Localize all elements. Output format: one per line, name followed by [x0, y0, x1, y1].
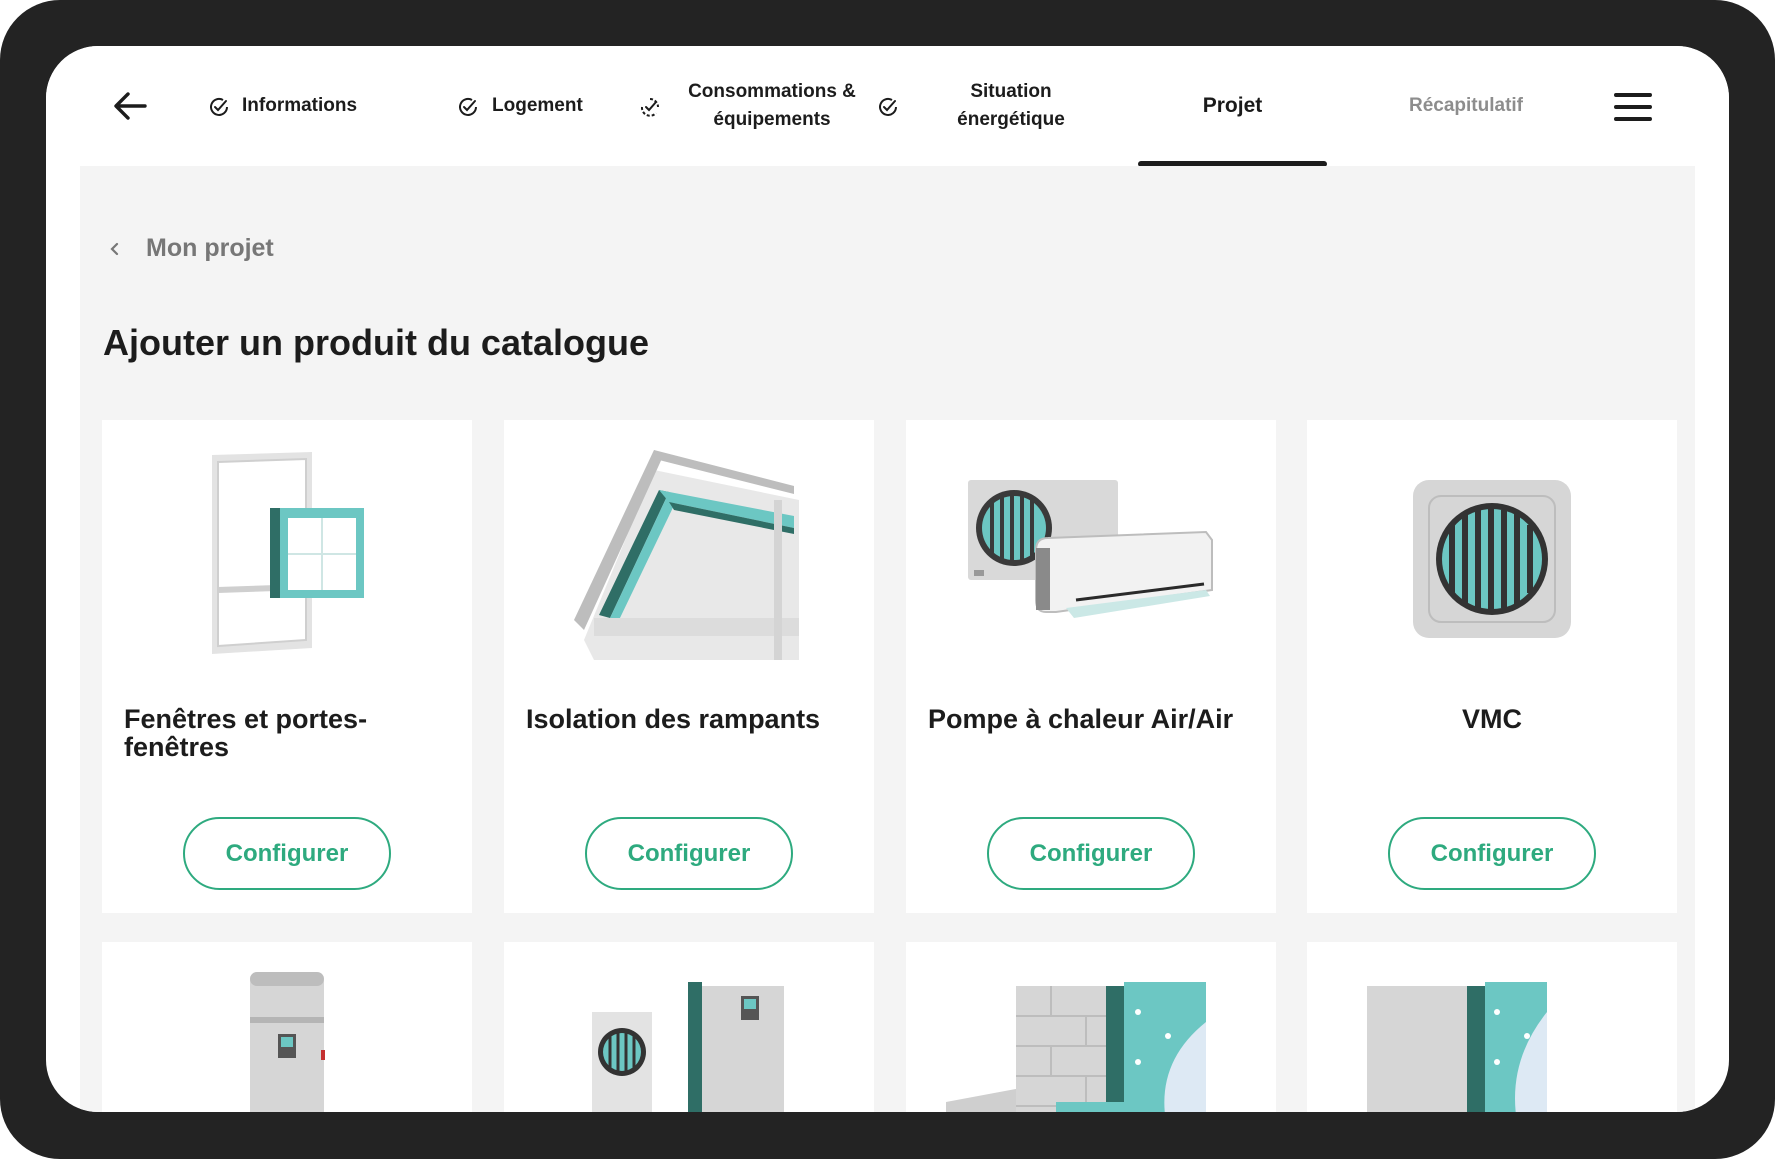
product-name: VMC — [1462, 704, 1522, 734]
product-card-isolation-exterieure — [906, 942, 1276, 1112]
product-card-isolation-interieure — [1307, 942, 1677, 1112]
step-situation-energetique[interactable]: Situation énergétique — [926, 46, 1096, 166]
step-label-line1: Consommations & — [688, 81, 856, 102]
product-name: Isolation des rampants — [526, 704, 821, 734]
roof-insulation-icon — [574, 450, 799, 660]
hamburger-menu-icon[interactable] — [1614, 93, 1652, 121]
device-frame: Informations Logement Consommations & éq… — [0, 0, 1775, 1159]
configure-button[interactable]: Configurer — [585, 817, 793, 890]
step-consommations[interactable]: Consommations & équipements — [682, 46, 862, 166]
step-label-line1: Situation — [970, 81, 1052, 102]
check-circle-icon — [459, 97, 477, 116]
page-title: Ajouter un produit du catalogue — [103, 322, 649, 363]
configure-button[interactable]: Configurer — [1388, 817, 1596, 890]
product-name: Pompe à chaleur Air/Air — [928, 704, 1234, 734]
product-card-pompe-air-eau — [504, 942, 874, 1112]
step-label: Récapitulatif — [1408, 95, 1524, 116]
step-informations[interactable]: Informations — [242, 46, 412, 166]
step-recapitulatif[interactable]: Récapitulatif — [1366, 46, 1566, 166]
check-circle-icon — [879, 97, 897, 116]
product-card-fenetres: Fenêtres et portes-fenêtres Configurer — [102, 420, 472, 913]
breadcrumb[interactable]: Mon projet — [108, 234, 274, 263]
main-content: Mon projet Ajouter un produit du catalog… — [80, 166, 1695, 1112]
product-card-chauffe-eau — [102, 942, 472, 1112]
step-label: Projet — [1202, 94, 1263, 117]
step-label-line2: équipements — [713, 109, 831, 130]
configure-button[interactable]: Configurer — [987, 817, 1195, 890]
product-card-isolation-rampants: Isolation des rampants Configurer — [504, 420, 874, 913]
product-card-vmc: VMC Configurer — [1307, 420, 1677, 913]
app-screen: Informations Logement Consommations & éq… — [46, 46, 1729, 1112]
breadcrumb-label: Mon projet — [146, 234, 274, 262]
step-label: Logement — [492, 95, 583, 116]
step-label: Informations — [242, 95, 358, 116]
configure-button[interactable]: Configurer — [183, 817, 391, 890]
water-heater-icon — [250, 972, 325, 1112]
interior-wall-insulation-icon — [1367, 982, 1547, 1112]
product-card-pompe-air-air: Pompe à chaleur Air/Air Configurer — [906, 420, 1276, 913]
step-logement[interactable]: Logement — [492, 46, 632, 166]
window-icon — [212, 452, 364, 654]
step-navigation: Informations Logement Consommations & éq… — [46, 46, 1729, 167]
exterior-wall-insulation-icon — [946, 982, 1206, 1112]
check-circle-icon — [210, 97, 228, 116]
step-label-line2: énergétique — [957, 109, 1065, 130]
product-name: Fenêtres et portes-fenêtres — [124, 704, 368, 762]
partial-check-icon — [640, 98, 659, 117]
ventilation-fan-icon — [1413, 480, 1571, 638]
arrow-left-icon[interactable] — [112, 88, 148, 124]
heat-pump-air-water-icon — [592, 982, 784, 1112]
step-projet[interactable]: Projet — [1138, 46, 1327, 166]
heat-pump-air-air-icon — [968, 480, 1213, 618]
chevron-left-icon — [110, 242, 119, 255]
